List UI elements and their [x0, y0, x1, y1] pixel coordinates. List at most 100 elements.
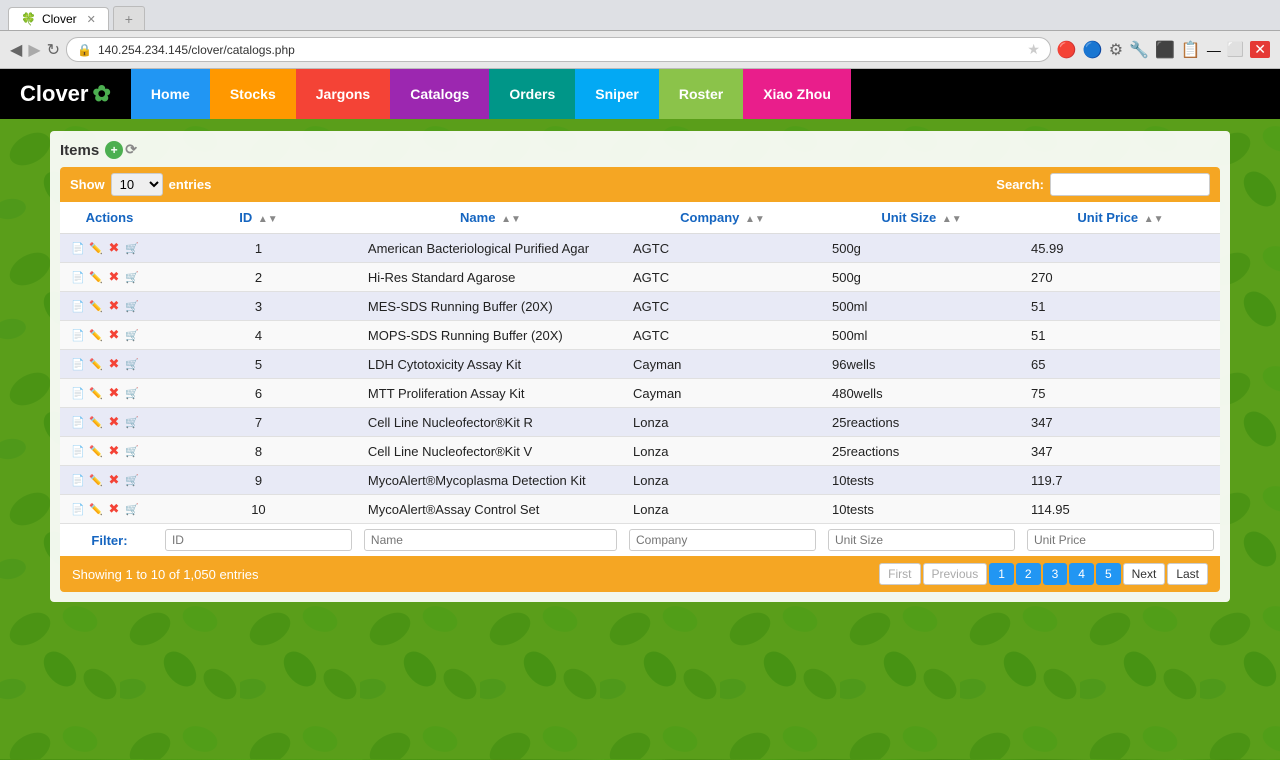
page-1-button[interactable]: 1: [989, 563, 1014, 585]
edit-icon[interactable]: ✏️: [88, 269, 104, 285]
tab-clover-icon: 🍀: [21, 12, 36, 26]
extension-icon-5[interactable]: 📋: [1181, 40, 1201, 60]
content-box: Items + ⟳ Show 10 25 50 100 entries Sear…: [50, 131, 1230, 602]
col-id[interactable]: ID ▲▼: [159, 202, 358, 234]
page-last-button[interactable]: Last: [1167, 563, 1208, 585]
extension-icon-4[interactable]: ⬛: [1155, 40, 1175, 60]
edit-icon[interactable]: ✏️: [88, 472, 104, 488]
filter-id[interactable]: [165, 529, 352, 551]
back-button[interactable]: ◀: [10, 40, 22, 60]
nav-catalogs[interactable]: Catalogs: [390, 69, 489, 119]
edit-icon[interactable]: ✏️: [88, 501, 104, 517]
col-unit-price[interactable]: Unit Price ▲▼: [1021, 202, 1220, 234]
filter-unit-price[interactable]: [1027, 529, 1214, 551]
filter-label: Filter:: [91, 533, 127, 548]
nav-orders[interactable]: Orders: [489, 69, 575, 119]
view-icon[interactable]: 📄: [70, 356, 86, 372]
cart-icon[interactable]: 🛒: [124, 356, 140, 372]
page-previous-button[interactable]: Previous: [923, 563, 988, 585]
nav-stocks[interactable]: Stocks: [210, 69, 296, 119]
cell-unit-size: 10tests: [822, 495, 1021, 524]
nav-home[interactable]: Home: [131, 69, 210, 119]
view-icon[interactable]: 📄: [70, 501, 86, 517]
delete-icon[interactable]: ✖: [106, 501, 122, 517]
nav-roster[interactable]: Roster: [659, 69, 743, 119]
star-icon[interactable]: ★: [1027, 41, 1040, 58]
col-unit-size[interactable]: Unit Size ▲▼: [822, 202, 1021, 234]
reload-button[interactable]: ↻: [47, 40, 60, 60]
cell-unit-price: 51: [1021, 321, 1220, 350]
view-icon[interactable]: 📄: [70, 240, 86, 256]
extension-icon-3[interactable]: 🔧: [1129, 40, 1149, 60]
delete-icon[interactable]: ✖: [106, 414, 122, 430]
cart-icon[interactable]: 🛒: [124, 240, 140, 256]
page-next-button[interactable]: Next: [1123, 563, 1166, 585]
cell-company: Cayman: [623, 379, 822, 408]
forward-button[interactable]: ▶: [28, 40, 40, 60]
edit-icon[interactable]: ✏️: [88, 240, 104, 256]
table-row: 📄 ✏️ ✖ 🛒 2Hi-Res Standard AgaroseAGTC500…: [60, 263, 1220, 292]
cart-icon[interactable]: 🛒: [124, 472, 140, 488]
main-content-area: Items + ⟳ Show 10 25 50 100 entries Sear…: [0, 119, 1280, 759]
edit-icon[interactable]: ✏️: [88, 443, 104, 459]
filter-name[interactable]: [364, 529, 617, 551]
browser-tab[interactable]: 🍀 Clover ✕: [8, 7, 109, 30]
view-icon[interactable]: 📄: [70, 472, 86, 488]
search-input[interactable]: [1050, 173, 1210, 196]
cell-name: MOPS-SDS Running Buffer (20X): [358, 321, 623, 350]
view-icon[interactable]: 📄: [70, 298, 86, 314]
extension-icon-2[interactable]: 🔵: [1083, 40, 1103, 60]
delete-icon[interactable]: ✖: [106, 269, 122, 285]
tab-close-icon[interactable]: ✕: [87, 13, 96, 26]
edit-icon[interactable]: ✏️: [88, 356, 104, 372]
nav-sniper[interactable]: Sniper: [575, 69, 659, 119]
page-4-button[interactable]: 4: [1069, 563, 1094, 585]
page-3-button[interactable]: 3: [1043, 563, 1068, 585]
maximize-button[interactable]: ⬜: [1227, 41, 1244, 58]
delete-icon[interactable]: ✖: [106, 298, 122, 314]
address-bar[interactable]: 140.254.234.145/clover/catalogs.php: [98, 43, 1021, 57]
view-icon[interactable]: 📄: [70, 414, 86, 430]
delete-icon[interactable]: ✖: [106, 443, 122, 459]
delete-icon[interactable]: ✖: [106, 356, 122, 372]
cart-icon[interactable]: 🛒: [124, 385, 140, 401]
view-icon[interactable]: 📄: [70, 385, 86, 401]
cart-icon[interactable]: 🛒: [124, 443, 140, 459]
delete-icon[interactable]: ✖: [106, 385, 122, 401]
edit-icon[interactable]: ✏️: [88, 385, 104, 401]
view-icon[interactable]: 📄: [70, 327, 86, 343]
refresh-icon[interactable]: ⟳: [125, 141, 137, 159]
add-item-icon[interactable]: +: [105, 141, 123, 159]
cart-icon[interactable]: 🛒: [124, 327, 140, 343]
settings-icon[interactable]: ⚙: [1109, 40, 1123, 60]
page-first-button[interactable]: First: [879, 563, 920, 585]
page-5-button[interactable]: 5: [1096, 563, 1121, 585]
cart-icon[interactable]: 🛒: [124, 501, 140, 517]
col-company[interactable]: Company ▲▼: [623, 202, 822, 234]
close-window-button[interactable]: ✕: [1250, 41, 1270, 58]
delete-icon[interactable]: ✖: [106, 327, 122, 343]
delete-icon[interactable]: ✖: [106, 240, 122, 256]
cell-company: AGTC: [623, 234, 822, 263]
view-icon[interactable]: 📄: [70, 443, 86, 459]
nav-user[interactable]: Xiao Zhou: [743, 69, 851, 119]
filter-company[interactable]: [629, 529, 816, 551]
filter-unit-size[interactable]: [828, 529, 1015, 551]
col-name[interactable]: Name ▲▼: [358, 202, 623, 234]
new-tab-button[interactable]: +: [113, 6, 145, 30]
edit-icon[interactable]: ✏️: [88, 298, 104, 314]
minimize-button[interactable]: —: [1207, 42, 1221, 58]
logo: Clover✿: [0, 69, 131, 119]
extension-icon-1[interactable]: 🔴: [1057, 40, 1077, 60]
edit-icon[interactable]: ✏️: [88, 327, 104, 343]
view-icon[interactable]: 📄: [70, 269, 86, 285]
cart-icon[interactable]: 🛒: [124, 269, 140, 285]
entries-select[interactable]: 10 25 50 100: [111, 173, 163, 196]
page-2-button[interactable]: 2: [1016, 563, 1041, 585]
delete-icon[interactable]: ✖: [106, 472, 122, 488]
nav-jargons[interactable]: Jargons: [296, 69, 390, 119]
edit-icon[interactable]: ✏️: [88, 414, 104, 430]
cart-icon[interactable]: 🛒: [124, 298, 140, 314]
cart-icon[interactable]: 🛒: [124, 414, 140, 430]
cell-company: Lonza: [623, 495, 822, 524]
